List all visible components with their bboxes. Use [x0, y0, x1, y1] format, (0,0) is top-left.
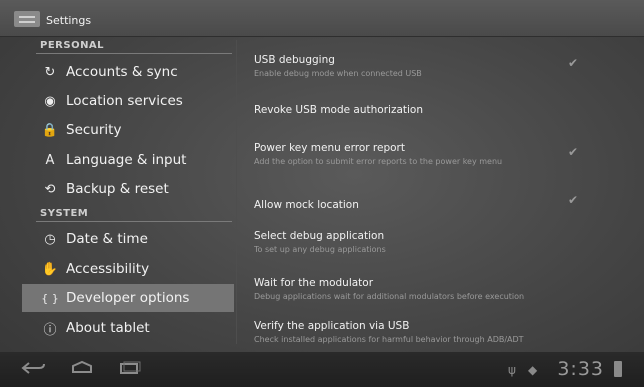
pane-divider	[236, 40, 237, 344]
signal-icon: ◆	[528, 363, 538, 377]
setting-title: Wait for the modulator	[254, 277, 374, 289]
setting-title: Revoke USB mode authorization	[254, 104, 424, 116]
sidebar-item-backup-reset[interactable]: ⟲ Backup & reset	[22, 175, 234, 203]
section-divider	[36, 221, 232, 222]
usb-icon: ψ	[508, 363, 516, 377]
section-header-system: SYSTEM	[40, 208, 89, 219]
sidebar-item-date-time[interactable]: ◷ Date & time	[22, 225, 234, 253]
setting-summary: To set up any debug applications	[254, 245, 386, 254]
clock-time[interactable]: 3:33	[557, 358, 604, 380]
setting-summary: Add the option to submit error reports t…	[254, 157, 503, 166]
sidebar-item-label: Date & time	[66, 231, 148, 247]
hand-icon: ✋	[41, 261, 59, 277]
sidebar-item-language-input[interactable]: A Language & input	[22, 146, 234, 174]
sidebar-item-label: Developer options	[66, 290, 190, 306]
braces-icon: { }	[41, 291, 59, 305]
setting-summary: Enable debug mode when connected USB	[254, 69, 422, 78]
setting-wait-for-modulator[interactable]: Wait for the modulator Debug application…	[254, 277, 624, 301]
back-icon[interactable]	[20, 360, 48, 380]
lock-icon: 🔒	[41, 122, 59, 138]
home-icon[interactable]	[68, 360, 96, 380]
sidebar-item-accessibility[interactable]: ✋ Accessibility	[22, 255, 234, 283]
sidebar-item-label: Backup & reset	[66, 181, 169, 197]
settings-sidebar: PERSONAL ↻ Accounts & sync ◉ Location se…	[22, 36, 234, 348]
system-bar: ψ ◆ 3:33	[0, 352, 644, 387]
clock-icon: ◷	[44, 231, 56, 247]
sidebar-item-label: Language & input	[66, 152, 187, 168]
setting-summary: Check installed applications for harmful…	[254, 335, 524, 344]
action-bar: Settings	[0, 0, 644, 37]
settings-icon[interactable]	[14, 11, 40, 27]
settings-screen: Settings PERSONAL ↻ Accounts & sync ◉ Lo…	[0, 0, 644, 387]
sidebar-item-security[interactable]: 🔒 Security	[22, 116, 234, 144]
language-icon: A	[45, 152, 55, 168]
allow-mock-location-checkbox[interactable]: ✔	[566, 193, 580, 207]
sidebar-item-accounts-sync[interactable]: ↻ Accounts & sync	[22, 58, 234, 86]
setting-select-debug-app[interactable]: Select debug application To set up any d…	[254, 230, 624, 254]
power-key-error-report-checkbox[interactable]: ✔	[566, 145, 580, 159]
sidebar-item-developer-options[interactable]: { } Developer options	[22, 284, 234, 312]
sync-icon: ↻	[44, 64, 56, 80]
setting-summary: Debug applications wait for additional m…	[254, 292, 525, 301]
recent-apps-icon[interactable]	[115, 360, 143, 380]
sidebar-item-label: Accessibility	[66, 261, 150, 277]
section-header-personal: PERSONAL	[40, 40, 105, 51]
usb-debugging-checkbox[interactable]: ✔	[566, 56, 580, 70]
app-title: Settings	[46, 14, 92, 27]
location-icon: ◉	[44, 93, 56, 109]
sidebar-item-label: About tablet	[66, 320, 150, 336]
sidebar-item-about-tablet[interactable]: ⓘ About tablet	[22, 314, 234, 342]
sidebar-item-label: Location services	[66, 93, 183, 109]
setting-title: Verify the application via USB	[254, 320, 410, 332]
setting-revoke-usb-authorization[interactable]: Revoke USB mode authorization	[254, 104, 624, 116]
sidebar-item-label: Accounts & sync	[66, 64, 178, 80]
setting-title: Select debug application	[254, 230, 385, 242]
info-icon: ⓘ	[43, 322, 57, 338]
sidebar-item-location-services[interactable]: ◉ Location services	[22, 87, 234, 115]
setting-verify-apps-usb[interactable]: Verify the application via USB Check ins…	[254, 320, 624, 344]
developer-options-list: USB debugging Enable debug mode when con…	[240, 36, 644, 348]
sidebar-item-label: Security	[66, 122, 122, 138]
backup-icon: ⟲	[44, 181, 56, 197]
section-divider	[36, 53, 232, 54]
battery-icon	[614, 361, 622, 377]
